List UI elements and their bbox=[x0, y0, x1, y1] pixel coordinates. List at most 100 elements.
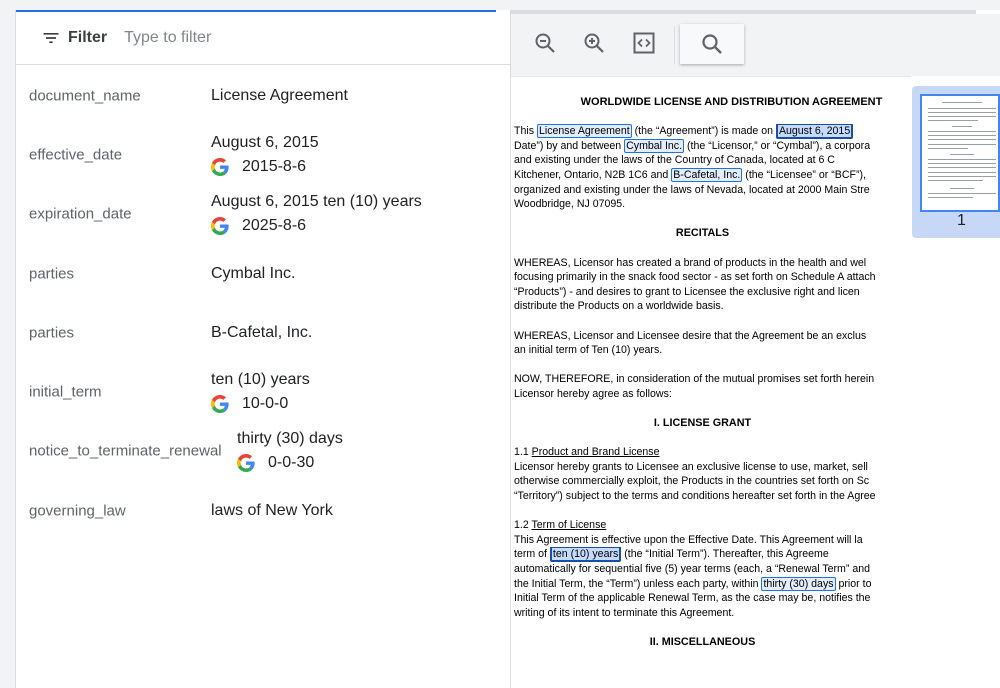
field-key: effective_date bbox=[29, 146, 123, 164]
doc-line: and existing under the laws of the Count… bbox=[514, 154, 835, 167]
doc-line: an initial term of Ten (10) years. bbox=[514, 344, 663, 357]
field-value: License Agreement bbox=[211, 86, 348, 104]
search-button[interactable] bbox=[680, 24, 744, 64]
doc-line: Date”) by and between Cymbal Inc. (the “… bbox=[514, 138, 871, 153]
doc-line: the Initial Term, the “Term”) unless eac… bbox=[514, 576, 872, 591]
doc-line: 1.2 Term of License bbox=[514, 519, 607, 532]
field-key: parties bbox=[29, 265, 75, 283]
doc-line: otherwise commercially exploit, the Prod… bbox=[514, 475, 870, 488]
normalized-text: 2015-8-6 bbox=[242, 157, 307, 175]
doc-line: focusing primarily in the snack food sec… bbox=[514, 271, 876, 284]
google-icon bbox=[211, 395, 229, 414]
field-row[interactable]: governing_law laws of New York bbox=[16, 481, 510, 540]
field-value: August 6, 2015 bbox=[211, 133, 319, 151]
normalized-text: 0-0-30 bbox=[268, 454, 315, 472]
doc-line: Woodbridge, NJ 07095. bbox=[514, 198, 626, 211]
field-value-group: B-Cafetal, Inc. bbox=[211, 322, 312, 344]
toolbar-separator bbox=[674, 26, 675, 64]
field-value-group: August 6, 2015 ten (10) years 2025-8-6 bbox=[211, 191, 422, 237]
field-key: notice_to_terminate_renewal bbox=[29, 442, 222, 460]
doc-line: WHEREAS, Licensor has created a brand of… bbox=[514, 256, 867, 269]
search-icon bbox=[702, 34, 722, 54]
filter-button[interactable]: Filter bbox=[41, 28, 107, 48]
doc-line: distribute the Products on a worldwide b… bbox=[514, 300, 724, 313]
field-row[interactable]: initial_term ten (10) years 10-0-0 bbox=[16, 362, 510, 421]
doc-line: term of ten (10) years (the “Initial Ter… bbox=[514, 547, 829, 562]
field-row[interactable]: expiration_date August 6, 2015 ten (10) … bbox=[16, 185, 510, 244]
doc-line: writing of its intent to terminate this … bbox=[514, 606, 735, 619]
field-value-group: thirty (30) days 0-0-30 bbox=[237, 428, 343, 474]
field-row[interactable]: parties Cymbal Inc. bbox=[16, 244, 510, 303]
section-heading: RECITALS bbox=[675, 227, 730, 240]
normalized-value: 0-0-30 bbox=[237, 452, 343, 474]
filter-bar: Filter bbox=[16, 12, 510, 65]
google-icon bbox=[211, 157, 229, 176]
doc-line: WHEREAS, Licensor and Licensee desire th… bbox=[514, 329, 867, 342]
field-value: thirty (30) days bbox=[237, 430, 343, 448]
doc-line: NOW, THEREFORE, in consideration of the … bbox=[514, 373, 875, 386]
field-key: parties bbox=[29, 324, 75, 342]
subsection-title: Term of License bbox=[531, 519, 607, 532]
document-viewer[interactable]: WORLDWIDE LICENSE AND DISTRIBUTION AGREE… bbox=[511, 76, 911, 688]
fit-to-width-button[interactable] bbox=[629, 28, 659, 58]
doc-line: Licensor hereby agree as follows: bbox=[514, 387, 672, 400]
field-row[interactable]: document_name License Agreement bbox=[16, 66, 510, 125]
thumbnail-pane: 1 bbox=[912, 76, 1000, 688]
normalized-value: 10-0-0 bbox=[211, 393, 310, 415]
doc-line: Initial Term of the applicable Renewal T… bbox=[514, 592, 871, 605]
filter-list-icon bbox=[43, 33, 59, 43]
doc-line: automatically for sequential five (5) ye… bbox=[514, 563, 871, 575]
doc-line: Licensor hereby grants to Licensee an ex… bbox=[514, 460, 868, 473]
google-icon bbox=[237, 454, 255, 473]
normalized-value: 2025-8-6 bbox=[211, 215, 422, 237]
doc-line: This License Agreement (the “Agreement”)… bbox=[514, 124, 891, 139]
field-value: ten (10) years bbox=[211, 371, 310, 389]
field-row[interactable]: notice_to_terminate_renewal thirty (30) … bbox=[16, 422, 510, 481]
page-thumbnail[interactable]: 1 bbox=[912, 86, 1000, 238]
field-value: Cymbal Inc. bbox=[211, 264, 296, 282]
doc-line: 1.1 Product and Brand License bbox=[514, 446, 660, 459]
field-list: document_name License Agreement effectiv… bbox=[16, 66, 510, 540]
document-panel: WORLDWIDE LICENSE AND DISTRIBUTION AGREE… bbox=[511, 10, 1000, 688]
field-row[interactable]: effective_date August 6, 2015 2015-8-6 bbox=[16, 125, 510, 184]
fields-panel: Filter document_name License Agreement e… bbox=[15, 10, 511, 688]
zoom-out-icon bbox=[535, 33, 555, 53]
doc-line: This Agreement is effective upon the Eff… bbox=[514, 533, 863, 546]
zoom-out-button[interactable] bbox=[530, 28, 560, 58]
entity-highlight[interactable]: B-Cafetal, Inc. bbox=[671, 167, 743, 182]
field-value: laws of New York bbox=[211, 501, 333, 519]
field-key: governing_law bbox=[29, 502, 126, 520]
field-value-group: License Agreement bbox=[211, 85, 348, 107]
document-title: WORLDWIDE LICENSE AND DISTRIBUTION AGREE… bbox=[580, 96, 883, 108]
filter-input[interactable] bbox=[124, 29, 425, 47]
doc-line: Kitchener, Ontario, N2B 1C6 and B-Cafeta… bbox=[514, 167, 866, 182]
doc-line: “Territory”) subject to the terms and co… bbox=[514, 490, 876, 503]
normalized-value: 2015-8-6 bbox=[211, 156, 319, 178]
google-icon bbox=[211, 217, 229, 236]
field-key: initial_term bbox=[29, 383, 102, 401]
normalized-text: 10-0-0 bbox=[242, 395, 289, 413]
field-value-group: laws of New York bbox=[211, 500, 333, 522]
entity-highlight[interactable]: thirty (30) days bbox=[761, 576, 836, 591]
entity-highlight[interactable]: License Agreement bbox=[536, 124, 632, 139]
entity-highlight[interactable]: August 6, 2015 bbox=[775, 124, 854, 139]
thumbnail-image bbox=[920, 94, 1000, 212]
zoom-in-icon bbox=[584, 33, 604, 53]
field-row[interactable]: parties B-Cafetal, Inc. bbox=[16, 303, 510, 362]
field-value-group: Cymbal Inc. bbox=[211, 263, 295, 285]
document-page: WORLDWIDE LICENSE AND DISTRIBUTION AGREE… bbox=[514, 95, 911, 650]
subsection-title: Product and Brand License bbox=[531, 446, 660, 459]
entity-highlight[interactable]: ten (10) years bbox=[549, 547, 622, 562]
doc-line: “Products”) - and desires to grant to Li… bbox=[514, 285, 860, 298]
normalized-text: 2025-8-6 bbox=[242, 217, 307, 235]
section-heading: II. MISCELLANEOUS bbox=[649, 635, 756, 648]
doc-line: organized and existing under the laws of… bbox=[514, 183, 870, 196]
zoom-in-button[interactable] bbox=[579, 28, 609, 58]
field-value-group: August 6, 2015 2015-8-6 bbox=[211, 132, 319, 178]
code-icon bbox=[633, 32, 655, 54]
field-value: B-Cafetal, Inc. bbox=[211, 323, 313, 341]
field-key: document_name bbox=[29, 87, 141, 105]
entity-highlight[interactable]: Cymbal Inc. bbox=[624, 138, 685, 153]
field-value-group: ten (10) years 10-0-0 bbox=[211, 369, 310, 415]
field-key: expiration_date bbox=[29, 205, 132, 223]
